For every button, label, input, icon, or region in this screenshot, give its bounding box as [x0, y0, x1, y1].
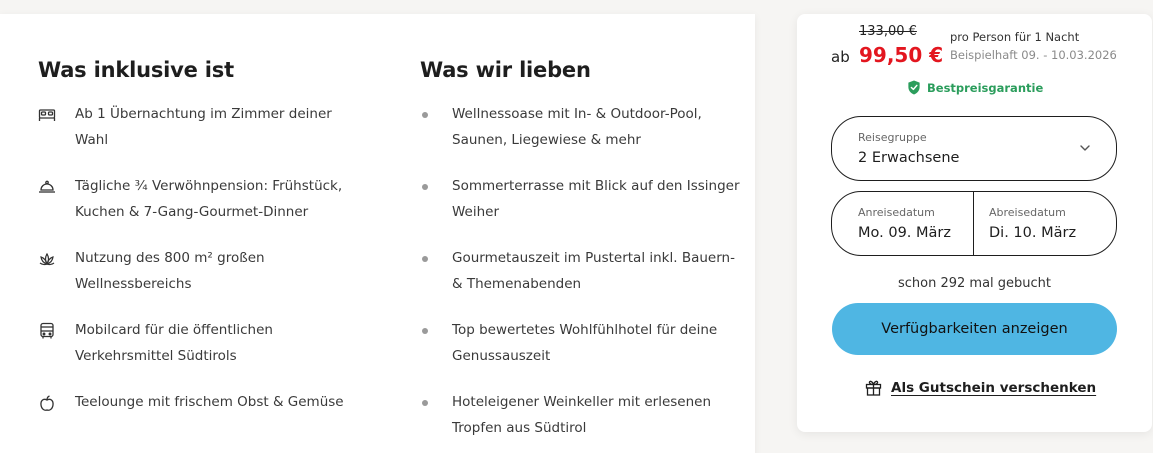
gift-voucher-link[interactable]: Als Gutschein verschenken — [865, 379, 1096, 396]
included-item-text: Tägliche ¾ Verwöhnpension: Frühstück, Ku… — [75, 178, 343, 220]
chevron-down-icon — [1080, 145, 1090, 151]
loved-item-text: Gourmetauszeit im Pustertal inkl. Bauern… — [452, 250, 735, 292]
list-item: Wellnessoase mit In- & Outdoor-Pool, Sau… — [420, 102, 740, 153]
loved-title: Was wir lieben — [420, 58, 591, 82]
included-title: Was inklusive ist — [38, 58, 234, 82]
original-price: 133,00 € — [859, 24, 917, 39]
apple-icon — [38, 394, 56, 412]
gift-icon — [865, 380, 882, 396]
included-item-text: Nutzung des 800 m² großen Wellnessbereic… — [75, 250, 265, 292]
list-item: Teelounge mit frischem Obst & Gemüse — [38, 390, 368, 416]
loved-item-text: Wellnessoase mit In- & Outdoor-Pool, Sau… — [452, 106, 702, 148]
best-price-label: Bestpreisgarantie — [927, 80, 1044, 95]
list-item: Sommerterrasse mit Blick auf den Issinge… — [420, 174, 740, 225]
list-item: Mobilcard für die öffentlichen Verkehrsm… — [38, 318, 368, 369]
gift-voucher-label: Als Gutschein verschenken — [891, 379, 1097, 396]
loved-section: Was wir lieben Wellnessoase mit In- & Ou… — [420, 58, 740, 453]
list-item: Top bewertetes Wohlfühlhotel für deine G… — [420, 318, 740, 369]
example-dates: Beispielhaft 09. - 10.03.2026 — [950, 48, 1117, 62]
booking-card: 133,00 € ab 99,50 € pro Person für 1 Nac… — [797, 14, 1152, 432]
loved-list: Wellnessoase mit In- & Outdoor-Pool, Sau… — [420, 102, 740, 441]
bus-icon — [38, 322, 56, 340]
travel-group-label: Reisegruppe — [858, 131, 927, 144]
included-item-text: Ab 1 Übernachtung im Zimmer deiner Wahl — [75, 106, 332, 148]
shield-check-icon — [908, 80, 920, 95]
date-divider — [973, 192, 974, 255]
lotus-icon — [38, 250, 56, 268]
included-item-text: Teelounge mit frischem Obst & Gemüse — [75, 394, 344, 410]
price-unit: pro Person für 1 Nacht — [950, 30, 1080, 44]
bullet-icon — [422, 328, 428, 334]
included-section: Was inklusive ist Ab 1 Übernachtung im Z… — [38, 58, 368, 437]
bed-icon — [38, 106, 56, 124]
bullet-icon — [422, 256, 428, 262]
loved-item-text: Sommerterrasse mit Blick auf den Issinge… — [452, 178, 740, 220]
loved-item-text: Top bewertetes Wohlfühlhotel für deine G… — [452, 322, 718, 364]
travel-group-select[interactable]: Reisegruppe 2 Erwachsene — [831, 116, 1117, 181]
offer-details-card: Was inklusive ist Ab 1 Übernachtung im Z… — [0, 14, 755, 453]
departure-value: Di. 10. März — [989, 225, 1077, 241]
date-range-picker: Anreisedatum Mo. 09. März Abreisedatum D… — [831, 191, 1117, 256]
bullet-icon — [422, 400, 428, 406]
bullet-icon — [422, 184, 428, 190]
list-item: Tägliche ¾ Verwöhnpension: Frühstück, Ku… — [38, 174, 368, 225]
booking-count: schon 292 mal gebucht — [897, 276, 1052, 291]
list-item: Hoteleigener Weinkeller mit erlesenen Tr… — [420, 390, 740, 441]
list-item: Nutzung des 800 m² großen Wellnessbereic… — [38, 246, 368, 297]
list-item: Gourmetauszeit im Pustertal inkl. Bauern… — [420, 246, 740, 297]
departure-label: Abreisedatum — [989, 206, 1066, 219]
included-list: Ab 1 Übernachtung im Zimmer deiner Wahl … — [38, 102, 368, 416]
travel-group-value: 2 Erwachsene — [858, 150, 960, 166]
cloche-icon — [38, 178, 56, 196]
loved-item-text: Hoteleigener Weinkeller mit erlesenen Tr… — [452, 394, 712, 436]
included-item-text: Mobilcard für die öffentlichen Verkehrsm… — [75, 322, 273, 364]
arrival-label: Anreisedatum — [858, 206, 935, 219]
arrival-value: Mo. 09. März — [858, 225, 951, 241]
bullet-icon — [422, 112, 428, 118]
offer-price: 99,50 € — [859, 43, 944, 67]
list-item: Ab 1 Übernachtung im Zimmer deiner Wahl — [38, 102, 368, 153]
best-price-badge: Bestpreisgarantie — [907, 80, 1043, 95]
price-prefix: ab — [831, 48, 850, 66]
show-availability-button[interactable]: Verfügbarkeiten anzeigen — [832, 303, 1117, 355]
